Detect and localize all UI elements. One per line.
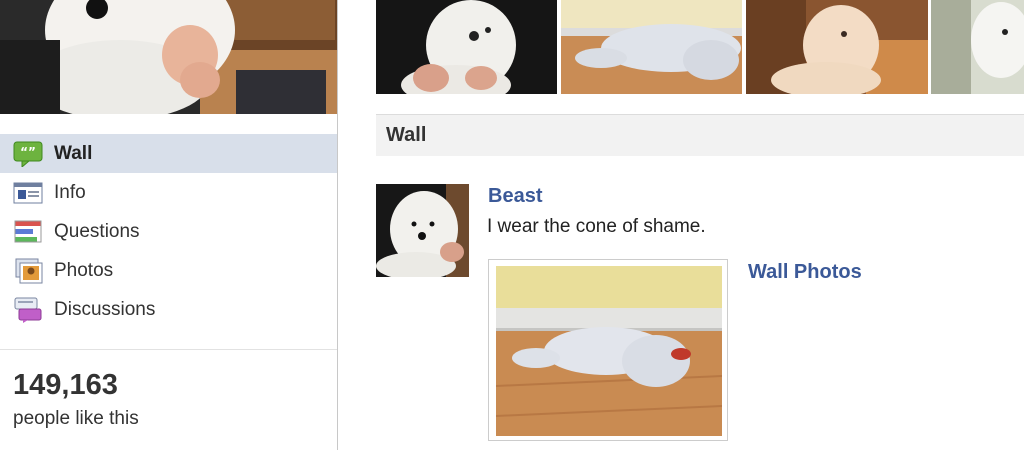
nav-item-label: Info [54,181,86,203]
album-link[interactable]: Wall Photos [748,261,862,284]
likes-count: 149,163 [13,369,118,401]
section-header: Wall [376,114,1024,156]
nav-item-label: Wall [54,142,93,164]
nav-item-label: Photos [54,259,114,281]
photo-strip [376,0,1024,94]
photo-thumbnail[interactable] [376,0,557,94]
likes-text: people like this [13,408,139,429]
post-text: I wear the cone of shame. [487,216,706,237]
post-avatar[interactable] [376,184,469,277]
nav-item-photos[interactable]: Photos [0,251,337,290]
wall-icon: “” [13,141,43,167]
photo-thumbnail[interactable] [561,0,742,94]
left-column: “” Wall Info Questions Photos Discussion… [0,0,337,450]
photo-thumbnail[interactable] [746,0,928,94]
section-title: Wall [386,124,427,146]
photos-icon [13,258,43,284]
nav-item-wall[interactable]: “” Wall [0,134,337,173]
post-author-link[interactable]: Beast [488,185,542,208]
nav-item-info[interactable]: Info [0,173,337,212]
svg-text:“”: “” [20,145,36,159]
discussions-icon [13,297,43,323]
nav-item-discussions[interactable]: Discussions [0,290,337,329]
nav-item-label: Discussions [54,298,156,320]
info-icon [13,180,43,206]
nav-item-questions[interactable]: Questions [0,212,337,251]
left-nav: “” Wall Info Questions Photos Discussion… [0,134,337,329]
post-photo-image [496,266,722,436]
photo-thumbnail[interactable] [931,0,1024,94]
nav-item-label: Questions [54,220,140,242]
questions-icon [13,219,43,245]
post-photo[interactable] [488,259,728,441]
profile-photo[interactable] [0,0,337,114]
column-divider [337,0,338,450]
divider [0,349,337,350]
